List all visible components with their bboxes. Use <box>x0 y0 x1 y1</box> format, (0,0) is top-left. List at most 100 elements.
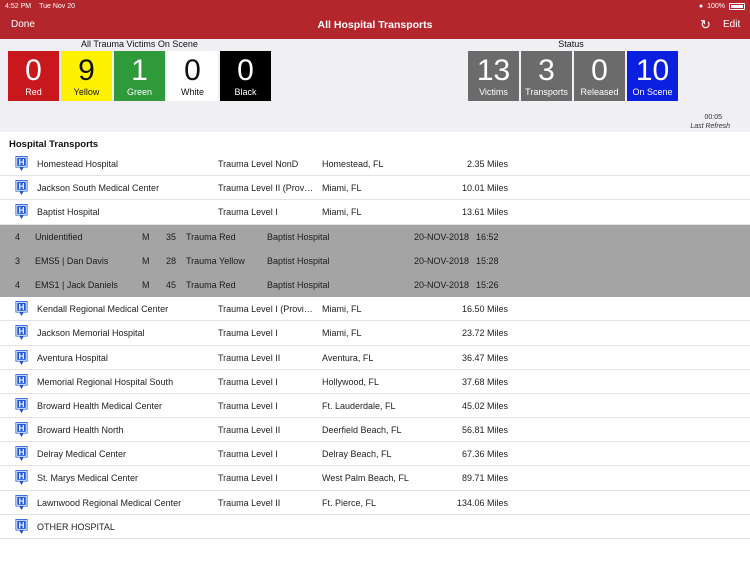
triage-tag: Trauma Red <box>186 231 236 242</box>
victims-group-label: All Trauma Victims On Scene <box>81 39 198 49</box>
patient-row[interactable]: 4 EMS1 | Jack Daniels M 45 Trauma Red Baptist… <box>0 272 750 298</box>
tile-label: Victims <box>479 86 508 97</box>
hospital-city: Ft. Pierce, FL <box>322 497 377 508</box>
tile-released[interactable]: 0 Released <box>574 51 625 101</box>
triage-tag: Trauma Red <box>186 279 236 290</box>
tile-label: Yellow <box>73 86 100 97</box>
transport-time: 15:26 <box>476 279 499 290</box>
hospital-distance: 89.71 Miles <box>461 473 508 484</box>
hospital-pin-icon: H <box>14 155 29 172</box>
battery-icon <box>729 2 745 10</box>
destination-hospital: Baptist Hospital <box>267 231 330 242</box>
hospital-row[interactable]: H Aventura Hospital Trauma Level II Aventur… <box>0 345 750 370</box>
transport-date: 20-NOV-2018 <box>414 255 470 266</box>
trauma-level: Trauma Level I <box>218 328 278 339</box>
hospital-distance: 37.68 Miles <box>461 376 508 387</box>
hospital-row[interactable]: H Broward Health Medical Center Trauma Lev… <box>0 393 750 419</box>
status-bar: 4:52 PM Tue Nov 20 ● 100% <box>0 0 750 12</box>
hospital-name: St. Marys Medical Center <box>37 473 139 484</box>
svg-text:H: H <box>19 327 25 336</box>
svg-text:H: H <box>19 424 25 433</box>
hospital-city: Miami, FL <box>322 183 362 194</box>
hospital-pin-icon: H <box>14 324 29 341</box>
hospital-distance: 2.35 Miles <box>466 159 508 169</box>
hospital-row[interactable]: H Delray Medical Center Trauma Level I Delr… <box>0 442 750 467</box>
patient-row[interactable]: 4 Unidentified M 35 Trauma Red Baptist Hospit… <box>0 224 750 249</box>
hospital-name: Baptist Hospital <box>37 207 100 218</box>
refresh-icon[interactable]: ↻ <box>700 17 711 33</box>
tile-count: 9 <box>78 53 95 87</box>
tile-red[interactable]: 0 Red <box>8 51 59 101</box>
hospital-name: Aventura Hospital <box>37 352 108 363</box>
hospital-distance: 23.72 Miles <box>461 328 508 339</box>
hospital-row[interactable]: H Lawnwood Regional Medical Center Trauma … <box>0 490 750 515</box>
page-title: All Hospital Transports <box>317 19 433 31</box>
hospital-row[interactable]: H St. Marys Medical Center Trauma Level I W… <box>0 466 750 491</box>
tile-green[interactable]: 1 Green <box>114 51 165 101</box>
hospital-row[interactable]: H Memorial Regional Hospital South Trauma … <box>0 369 750 394</box>
hospital-city: Hollywood, FL <box>322 376 380 387</box>
hospital-row[interactable]: H Homestead Hospital Trauma Level NonD Home… <box>0 152 750 177</box>
trauma-level: Trauma Level I <box>218 207 278 218</box>
edit-button[interactable]: Edit <box>723 19 740 30</box>
tile-label: Red <box>25 86 42 97</box>
hospital-pin-icon: H <box>14 494 29 511</box>
tile-on-scene[interactable]: 10 On Scene <box>627 51 678 101</box>
refresh-label: Last Refresh <box>690 123 730 130</box>
tile-yellow[interactable]: 9 Yellow <box>61 51 112 101</box>
tile-victims[interactable]: 13 Victims <box>468 51 519 101</box>
tile-label: Black <box>234 86 257 97</box>
hospital-row[interactable]: H Kendall Regional Medical Center Trauma L… <box>0 297 750 322</box>
tile-count: 0 <box>184 53 201 87</box>
hospital-pin-icon: H <box>14 349 29 366</box>
hospital-distance: 10.01 Miles <box>461 183 508 194</box>
svg-text:H: H <box>19 497 25 506</box>
transport-date: 20-NOV-2018 <box>414 231 470 242</box>
svg-text:H: H <box>19 400 25 409</box>
patient-row[interactable]: 3 EMS5 | Dan Davis M 28 Trauma Yellow Baptist… <box>0 248 750 273</box>
transport-date: 20-NOV-2018 <box>414 279 470 290</box>
hospital-city: Aventura, FL <box>322 352 374 363</box>
hospital-row[interactable]: H Jackson Memorial Hospital Trauma Level I… <box>0 321 750 346</box>
hospital-name: Kendall Regional Medical Center <box>37 304 169 315</box>
destination-hospital: Baptist Hospital <box>267 279 330 290</box>
hospital-pin-icon: H <box>14 373 29 390</box>
trauma-level: Trauma Level II <box>218 497 281 508</box>
hospital-row[interactable]: H Broward Health North Trauma Level II Deer… <box>0 418 750 443</box>
tile-label: On Scene <box>632 86 673 97</box>
tile-count: 3 <box>538 53 555 87</box>
refresh-time: 00:05 <box>704 114 722 121</box>
status-date: Tue Nov 20 <box>39 2 76 10</box>
tile-count: 0 <box>237 53 254 87</box>
trauma-level: Trauma Level I <box>218 473 278 484</box>
section-title: Hospital Transports <box>9 139 99 150</box>
tile-label: Green <box>126 86 152 97</box>
hospital-row[interactable]: H Baptist Hospital Trauma Level I Miami, FL… <box>0 200 750 225</box>
trauma-level: Trauma Level I <box>218 400 278 411</box>
svg-text:H: H <box>19 206 25 215</box>
tile-white[interactable]: 0 White <box>167 51 218 101</box>
tile-count: 1 <box>131 53 148 87</box>
hospital-name: Broward Health North <box>37 425 124 436</box>
hospital-distance: 16.50 Miles <box>461 304 508 315</box>
hospital-distance: 13.61 Miles <box>461 207 508 218</box>
svg-text:H: H <box>19 448 25 457</box>
hospital-distance: 45.02 Miles <box>461 400 508 411</box>
hospital-row[interactable]: H OTHER HOSPITAL <box>0 514 750 539</box>
nav-bar: Done All Hospital Transports ↻ Edit <box>0 12 750 39</box>
transport-time: 15:28 <box>476 255 499 266</box>
status-time: 4:52 PM <box>5 2 32 10</box>
hospital-name: Delray Medical Center <box>37 449 127 460</box>
svg-text:H: H <box>19 472 25 481</box>
tile-transports[interactable]: 3 Transports <box>521 51 572 101</box>
tile-label: Transports <box>525 86 568 97</box>
hospital-row[interactable]: H Jackson South Medical Center Trauma Leve… <box>0 176 750 201</box>
tile-count: 10 <box>635 53 670 87</box>
battery-percent: 100% <box>707 2 725 10</box>
hospital-name: OTHER HOSPITAL <box>37 521 115 532</box>
hospital-pin-icon: H <box>14 469 29 486</box>
tile-black[interactable]: 0 Black <box>220 51 271 101</box>
transport-list: H Homestead Hospital Trauma Level NonD Home… <box>0 152 750 539</box>
patient-sex: M <box>142 279 150 290</box>
transport-time: 16:52 <box>476 231 499 242</box>
